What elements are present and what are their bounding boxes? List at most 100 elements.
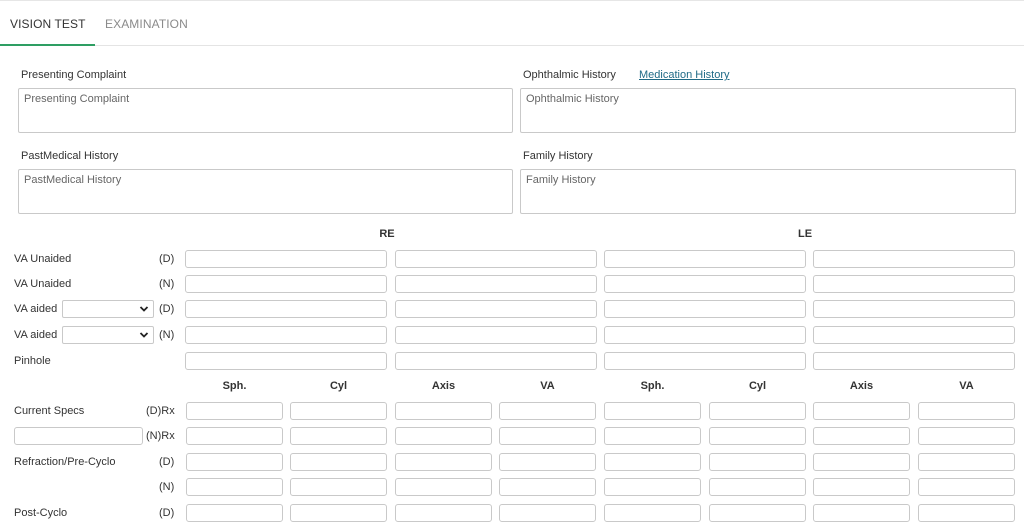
rx-row-label: Post-Cyclo bbox=[14, 507, 68, 519]
rx-input-cell[interactable] bbox=[604, 504, 701, 522]
rx-eye-label: (D)Rx bbox=[146, 405, 175, 417]
rx-input-cell[interactable] bbox=[918, 453, 1015, 471]
tab-examination[interactable]: EXAMINATION bbox=[105, 17, 188, 46]
rx-eye-label: (N)Rx bbox=[146, 430, 175, 442]
va-input-cell[interactable] bbox=[395, 250, 597, 268]
rx-input-cell[interactable] bbox=[395, 427, 492, 445]
rx-input-cell[interactable] bbox=[813, 478, 910, 496]
va-input-cell[interactable] bbox=[604, 250, 806, 268]
va-input-cell[interactable] bbox=[395, 326, 597, 344]
va-input-cell[interactable] bbox=[185, 300, 387, 318]
rx-input-cell[interactable] bbox=[290, 478, 387, 496]
tab-vision-test[interactable]: VISION TEST bbox=[10, 17, 86, 46]
rx-input-cell[interactable] bbox=[186, 504, 283, 522]
rx-input-cell[interactable] bbox=[186, 453, 283, 471]
rx-input-cell[interactable] bbox=[395, 453, 492, 471]
va-eye-label: (D) bbox=[159, 303, 175, 315]
presenting-complaint-field[interactable] bbox=[18, 88, 513, 133]
va-input-cell[interactable] bbox=[395, 300, 597, 318]
va-input-cell[interactable] bbox=[604, 352, 806, 370]
rx-column-header: Cyl bbox=[329, 380, 348, 392]
rx-input-cell[interactable] bbox=[813, 504, 910, 522]
medication-history-link[interactable]: Medication History bbox=[639, 69, 729, 81]
rx-input-cell[interactable] bbox=[290, 402, 387, 420]
ophthalmic-history-field[interactable] bbox=[520, 88, 1016, 133]
va-input-cell[interactable] bbox=[813, 250, 1015, 268]
va-row-label: VA aided bbox=[14, 329, 58, 341]
va-input-cell[interactable] bbox=[813, 275, 1015, 293]
va-input-cell[interactable] bbox=[604, 300, 806, 318]
va-row-label: Pinhole bbox=[14, 355, 51, 367]
rx-input-cell[interactable] bbox=[918, 402, 1015, 420]
rx-input-cell[interactable] bbox=[499, 504, 596, 522]
rx-input-cell[interactable] bbox=[186, 478, 283, 496]
rx-input-cell[interactable] bbox=[290, 453, 387, 471]
rx-input-cell[interactable] bbox=[709, 504, 806, 522]
rx-input-cell[interactable] bbox=[499, 478, 596, 496]
va-row-label: VA Unaided bbox=[14, 278, 72, 290]
rx-input-cell[interactable] bbox=[499, 427, 596, 445]
rx-input-cell[interactable] bbox=[186, 402, 283, 420]
va-input-cell[interactable] bbox=[813, 352, 1015, 370]
va-input-cell[interactable] bbox=[813, 326, 1015, 344]
rx-input-cell[interactable] bbox=[395, 504, 492, 522]
rx-input-cell[interactable] bbox=[290, 427, 387, 445]
rx-input-cell[interactable] bbox=[290, 504, 387, 522]
rx-input-cell[interactable] bbox=[813, 453, 910, 471]
va-input-cell[interactable] bbox=[813, 300, 1015, 318]
rx-input-cell[interactable] bbox=[604, 478, 701, 496]
rx-input-cell[interactable] bbox=[918, 427, 1015, 445]
va-input-cell[interactable] bbox=[185, 326, 387, 344]
rx-input-cell[interactable] bbox=[604, 402, 701, 420]
ophthalmic-history-label: Ophthalmic History bbox=[523, 69, 616, 81]
rx-eye-label: (N) bbox=[159, 481, 175, 493]
rx-input-cell[interactable] bbox=[395, 478, 492, 496]
va-eye-label: (N) bbox=[159, 329, 175, 341]
tab-bar: VISION TEST EXAMINATION bbox=[0, 0, 1024, 46]
rx-input-cell[interactable] bbox=[395, 402, 492, 420]
presenting-complaint-label: Presenting Complaint bbox=[21, 69, 127, 81]
rx-input-cell[interactable] bbox=[813, 402, 910, 420]
family-history-field[interactable] bbox=[520, 169, 1016, 214]
chevron-down-icon bbox=[139, 306, 149, 312]
va-input-cell[interactable] bbox=[185, 275, 387, 293]
va-input-cell[interactable] bbox=[185, 352, 387, 370]
rx-input-cell[interactable] bbox=[709, 453, 806, 471]
family-history-label: Family History bbox=[523, 150, 593, 162]
rx-row-label: Current Specs bbox=[14, 405, 85, 417]
va-input-cell[interactable] bbox=[185, 250, 387, 268]
va-input-cell[interactable] bbox=[395, 352, 597, 370]
va-row-label: VA Unaided bbox=[14, 253, 72, 265]
chevron-down-icon bbox=[139, 332, 149, 338]
rx-input-cell[interactable] bbox=[709, 402, 806, 420]
va-input-cell[interactable] bbox=[395, 275, 597, 293]
va-row-label: VA aided bbox=[14, 303, 58, 315]
rx-column-header: VA bbox=[959, 380, 974, 392]
rx-input-cell[interactable] bbox=[604, 427, 701, 445]
rx-column-header: Sph. bbox=[640, 380, 665, 392]
rx-input-cell[interactable] bbox=[186, 427, 283, 445]
va-input-cell[interactable] bbox=[604, 326, 806, 344]
rx-input-cell[interactable] bbox=[918, 504, 1015, 522]
rx-custom-label-input[interactable] bbox=[14, 427, 143, 445]
rx-input-cell[interactable] bbox=[604, 453, 701, 471]
rx-column-header: Axis bbox=[849, 380, 874, 392]
active-tab-indicator bbox=[0, 44, 95, 46]
past-medical-history-field[interactable] bbox=[18, 169, 513, 214]
past-medical-history-label: PastMedical History bbox=[21, 150, 119, 162]
rx-input-cell[interactable] bbox=[813, 427, 910, 445]
rx-input-cell[interactable] bbox=[499, 453, 596, 471]
left-eye-header: LE bbox=[797, 228, 813, 240]
va-aided-select[interactable] bbox=[62, 300, 154, 318]
rx-column-header: VA bbox=[540, 380, 555, 392]
rx-eye-label: (D) bbox=[159, 507, 175, 519]
rx-input-cell[interactable] bbox=[709, 427, 806, 445]
rx-input-cell[interactable] bbox=[709, 478, 806, 496]
rx-input-cell[interactable] bbox=[499, 402, 596, 420]
rx-eye-label: (D) bbox=[159, 456, 175, 468]
va-input-cell[interactable] bbox=[604, 275, 806, 293]
rx-input-cell[interactable] bbox=[918, 478, 1015, 496]
rx-column-header: Cyl bbox=[748, 380, 767, 392]
va-eye-label: (N) bbox=[159, 278, 175, 290]
va-aided-select[interactable] bbox=[62, 326, 154, 344]
